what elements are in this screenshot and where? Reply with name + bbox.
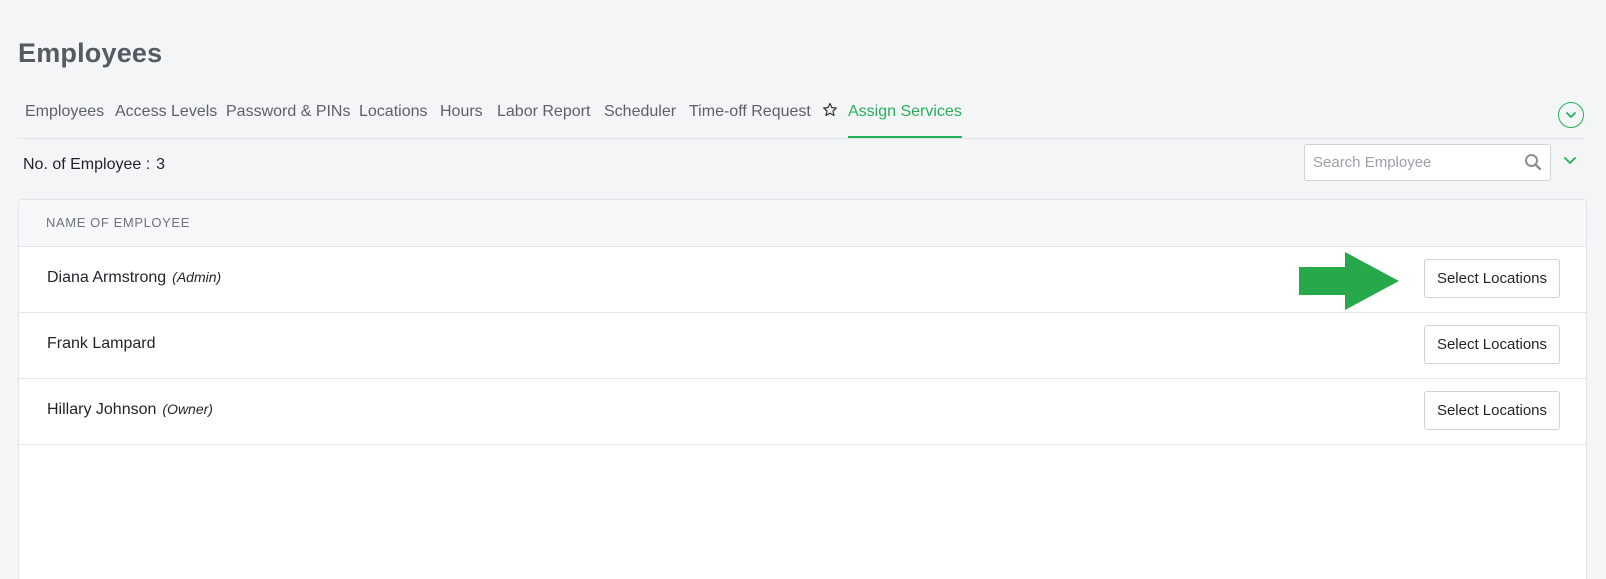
search-input[interactable] [1305, 145, 1518, 180]
tab-labor-report[interactable]: Labor Report [497, 96, 590, 136]
table-row: Hillary Johnson (Owner) Select Locations [19, 379, 1586, 445]
employee-name-cell: Diana Armstrong (Admin) [47, 269, 221, 287]
employees-page: Employees Employees Access Levels Passwo… [0, 0, 1606, 579]
tab-time-off-request[interactable]: Time-off Request [689, 96, 811, 136]
employee-role: (Admin) [172, 269, 222, 285]
employee-role: (Owner) [162, 401, 213, 417]
column-header-name: NAME OF EMPLOYEE [46, 215, 190, 230]
employee-count: No. of Employee : 3 [23, 156, 165, 174]
employee-count-value: 3 [156, 156, 166, 173]
tab-password-pins[interactable]: Password & PINs [226, 96, 350, 136]
star-outline-icon[interactable] [822, 102, 838, 118]
employee-name: Hillary Johnson [47, 401, 157, 418]
select-locations-button[interactable]: Select Locations [1424, 391, 1560, 430]
employee-name-cell: Frank Lampard [47, 335, 162, 353]
chevron-down-circle-icon[interactable] [1558, 102, 1584, 128]
page-title: Employees [18, 38, 163, 68]
tab-hours[interactable]: Hours [440, 96, 483, 136]
tab-access-levels[interactable]: Access Levels [115, 96, 217, 136]
search-box [1304, 144, 1551, 181]
tab-employees[interactable]: Employees [25, 96, 104, 136]
employee-count-label: No. of Employee : [23, 156, 151, 173]
employee-name: Diana Armstrong [47, 269, 167, 286]
select-locations-button[interactable]: Select Locations [1424, 259, 1560, 298]
table-row: Frank Lampard Select Locations [19, 313, 1586, 379]
search-icon[interactable] [1524, 153, 1542, 171]
tab-bar: Employees Access Levels Password & PINs … [18, 96, 1584, 139]
table-header: NAME OF EMPLOYEE [19, 200, 1586, 247]
tab-assign-services[interactable]: Assign Services [848, 96, 962, 138]
employee-name: Frank Lampard [47, 335, 156, 352]
tab-scheduler[interactable]: Scheduler [604, 96, 676, 136]
tab-locations[interactable]: Locations [359, 96, 428, 136]
employee-name-cell: Hillary Johnson (Owner) [47, 401, 213, 419]
green-arrow-right-icon [1299, 252, 1399, 310]
select-locations-button[interactable]: Select Locations [1424, 325, 1560, 364]
chevron-down-icon[interactable] [1562, 152, 1578, 168]
